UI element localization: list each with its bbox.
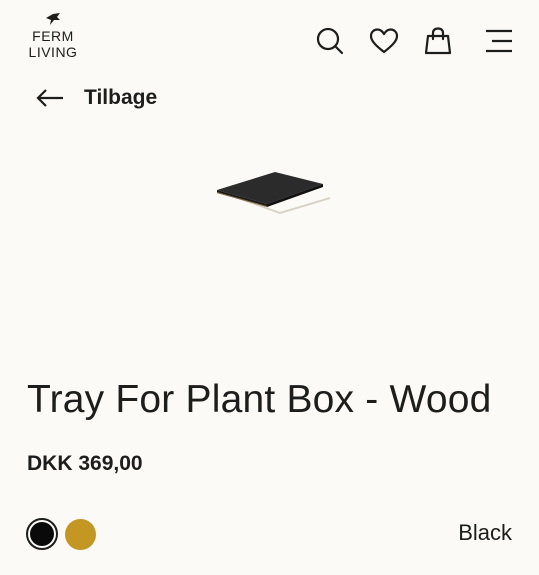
brand-name-line-1: FERM [32, 28, 74, 44]
search-icon [316, 27, 344, 55]
color-swatch-black-fill [30, 522, 54, 546]
tray-illustration [217, 172, 330, 214]
search-button[interactable] [313, 24, 347, 58]
color-swatch-black[interactable] [26, 518, 58, 550]
color-swatches [26, 518, 96, 550]
product-price: DKK 369,00 [27, 452, 143, 475]
bag-icon [424, 27, 452, 55]
selected-color-name: Black [458, 520, 512, 545]
menu-button[interactable] [482, 24, 516, 58]
back-label: Tilbage [84, 86, 158, 109]
brand-name-line-2: LIVING [28, 44, 78, 60]
heart-icon [369, 28, 399, 54]
color-swatch-gold[interactable] [65, 518, 96, 550]
wishlist-button[interactable] [367, 24, 401, 58]
product-title: Tray For Plant Box - Wood [27, 378, 492, 421]
brand-logo[interactable]: FERM LIVING [22, 12, 84, 60]
arrow-left-icon [36, 89, 63, 107]
site-header: FERM LIVING [0, 0, 539, 80]
cart-button[interactable] [421, 24, 455, 58]
bird-icon [46, 13, 60, 25]
menu-icon [486, 29, 512, 53]
product-image[interactable] [205, 160, 335, 220]
back-link[interactable]: Tilbage [36, 82, 157, 114]
